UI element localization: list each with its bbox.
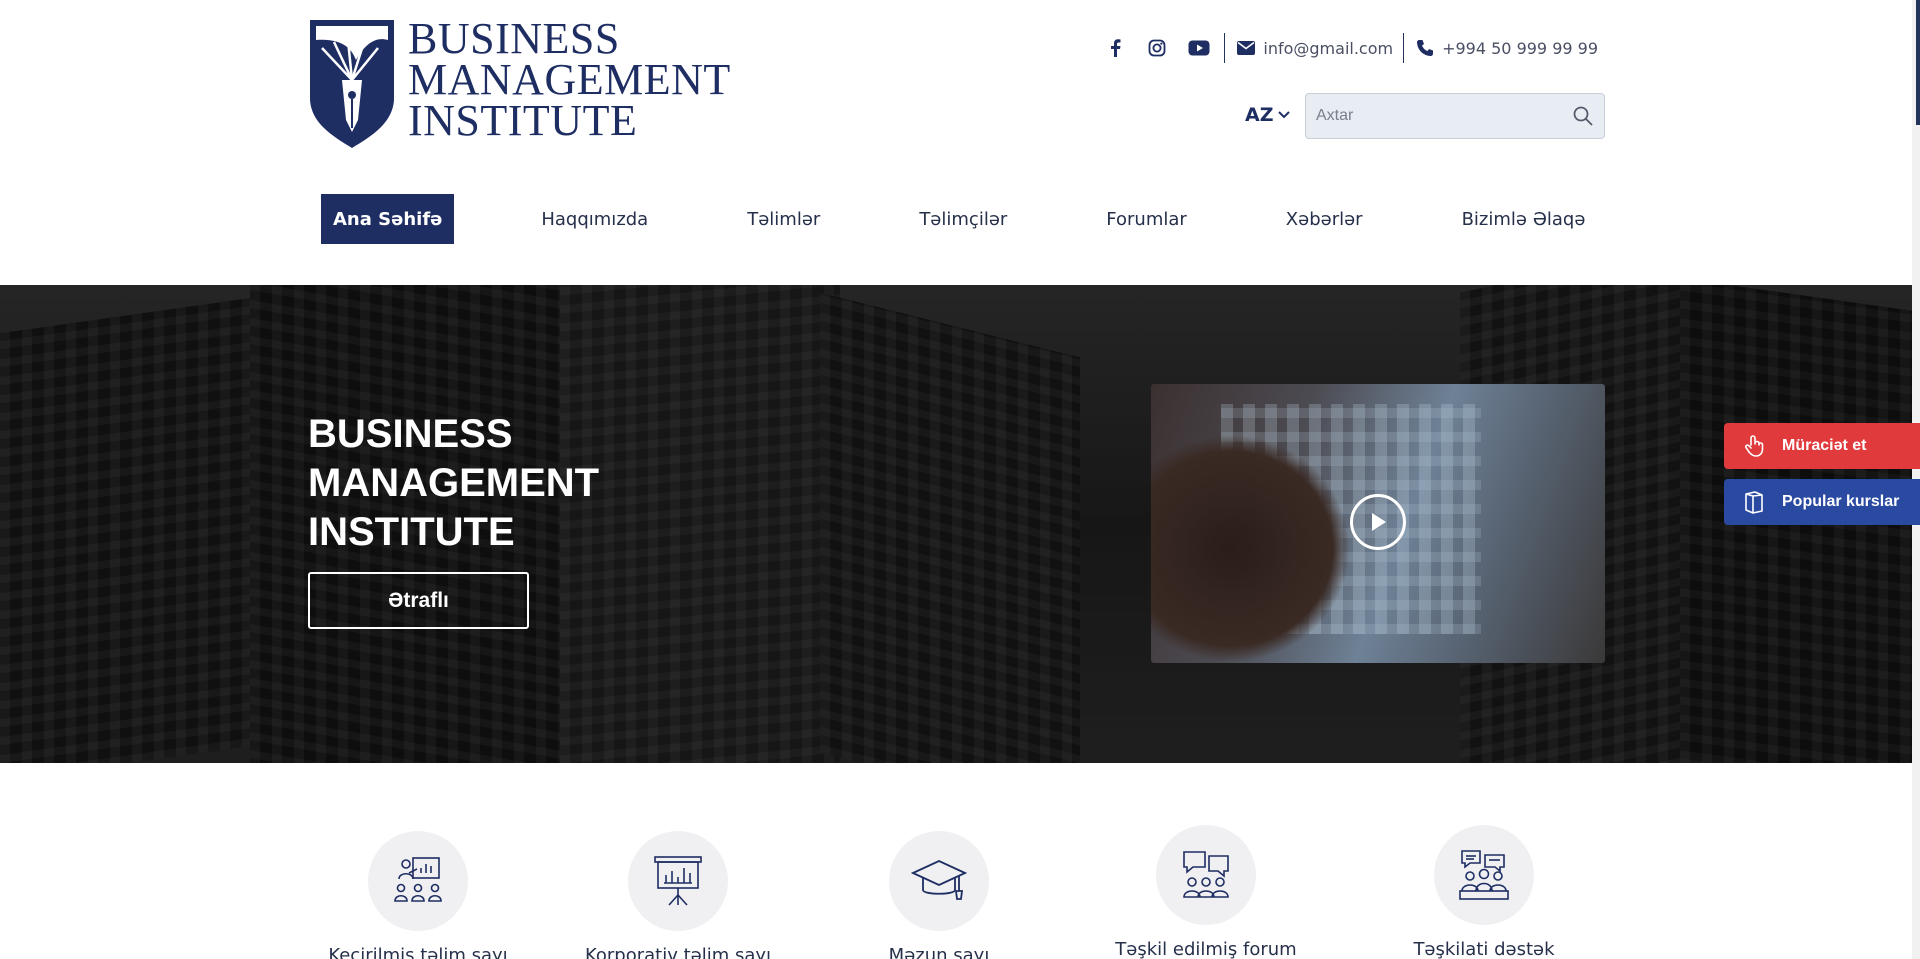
phone-icon — [1416, 39, 1434, 57]
stat-icon-circle — [368, 831, 468, 931]
hero-title-line-1: BUSINESS — [308, 412, 513, 456]
youtube-icon[interactable] — [1188, 37, 1210, 59]
video-thumbnail — [1151, 434, 1351, 663]
logo-line-3: INSTITUTE — [408, 96, 638, 145]
hero-overlay — [0, 285, 1912, 763]
stat-label: Korporativ təlim sayı — [584, 945, 772, 959]
stat-label: Məzun sayı — [888, 945, 990, 959]
forum-chat-icon — [1183, 851, 1229, 898]
top-contacts: info@gmail.com +994 50 999 99 99 — [1104, 33, 1598, 63]
search-box — [1305, 93, 1605, 139]
book-icon — [1745, 491, 1763, 514]
graduation-cap-icon — [911, 860, 967, 900]
apply-label: Müraciət et — [1782, 437, 1867, 454]
stat-icon-circle — [1434, 825, 1534, 925]
stat-label: Təşkilati dəstək — [1413, 939, 1555, 959]
nav-item-trainings[interactable]: Təlimlər — [747, 194, 820, 244]
chevron-down-icon — [1278, 111, 1291, 119]
phone-text[interactable]: +994 50 999 99 99 — [1442, 39, 1598, 58]
play-icon[interactable] — [1350, 494, 1406, 550]
facebook-icon[interactable] — [1104, 37, 1126, 59]
hero-title-line-2: MANAGEMENT — [308, 461, 600, 505]
search-input[interactable] — [1306, 94, 1556, 138]
envelope-icon — [1237, 39, 1256, 57]
email-text[interactable]: info@gmail.com — [1263, 39, 1393, 58]
language-current: AZ — [1245, 104, 1274, 126]
email-contact[interactable]: info@gmail.com — [1237, 39, 1393, 58]
more-info-button[interactable]: Ətraflı — [308, 572, 529, 629]
stat-icon-circle — [628, 831, 728, 931]
nav-item-news[interactable]: Xəbərlər — [1286, 194, 1363, 244]
stat-item: Təşkilati dəstək — [1354, 825, 1614, 959]
logo-text: BUSINESS MANAGEMENT INSTITUTE — [408, 14, 731, 145]
stat-item: Keçirilmiş təlim sayı — [288, 831, 548, 959]
stat-item: Məzun sayı — [809, 831, 1069, 959]
nav-item-trainers[interactable]: Təlimçilər — [919, 194, 1007, 244]
search-icon[interactable] — [1572, 105, 1594, 127]
hero-section: BUSINESS MANAGEMENT INSTITUTE Ətraflı — [0, 285, 1912, 763]
team-support-icon — [1459, 850, 1509, 900]
social-links — [1104, 37, 1224, 59]
nav-item-home[interactable]: Ana Səhifə — [321, 194, 455, 244]
hero-title-line-3: INSTITUTE — [308, 510, 515, 554]
hero-title: BUSINESS MANAGEMENT INSTITUTE — [308, 410, 599, 557]
divider — [1224, 33, 1226, 63]
site-header: BUSINESS MANAGEMENT INSTITUTE info@gmail… — [0, 0, 1912, 285]
stats-section: Keçirilmiş təlim sayı Korporativ təlim s… — [0, 763, 1912, 959]
stat-icon-circle — [1156, 825, 1256, 925]
main-nav: Ana Səhifə Haqqımızda Təlimlər Təlimçilə… — [321, 194, 1585, 244]
popular-courses-button[interactable]: Popular kurslar — [1724, 479, 1920, 525]
popular-courses-label: Popular kurslar — [1782, 493, 1900, 510]
language-selector[interactable]: AZ — [1245, 104, 1291, 126]
stat-item: Təşkil edilmiş forum — [1076, 825, 1336, 959]
divider — [1403, 33, 1405, 63]
site-logo[interactable]: BUSINESS MANAGEMENT INSTITUTE — [308, 14, 731, 150]
phone-contact[interactable]: +994 50 999 99 99 — [1416, 39, 1598, 58]
stat-icon-circle — [889, 831, 989, 931]
stat-label: Təşkil edilmiş forum — [1115, 939, 1297, 959]
hand-pointer-icon — [1745, 435, 1764, 457]
apply-button[interactable]: Müraciət et — [1724, 423, 1920, 469]
training-presentation-icon — [394, 857, 442, 902]
nav-item-forums[interactable]: Forumlar — [1106, 194, 1187, 244]
stat-item: Korporativ təlim sayı — [548, 831, 808, 959]
hero-video[interactable] — [1151, 384, 1605, 663]
nav-item-contact[interactable]: Bizimlə Əlaqə — [1462, 194, 1586, 244]
nav-item-about[interactable]: Haqqımızda — [541, 194, 648, 244]
logo-shield-icon — [310, 20, 394, 148]
logo-line-2: MANAGEMENT — [408, 55, 731, 104]
stat-label: Keçirilmiş təlim sayı — [328, 945, 508, 959]
chart-board-icon — [654, 856, 702, 906]
scrollbar-thumb[interactable] — [1916, 0, 1920, 125]
instagram-icon[interactable] — [1146, 37, 1168, 59]
logo-line-1: BUSINESS — [408, 14, 620, 63]
